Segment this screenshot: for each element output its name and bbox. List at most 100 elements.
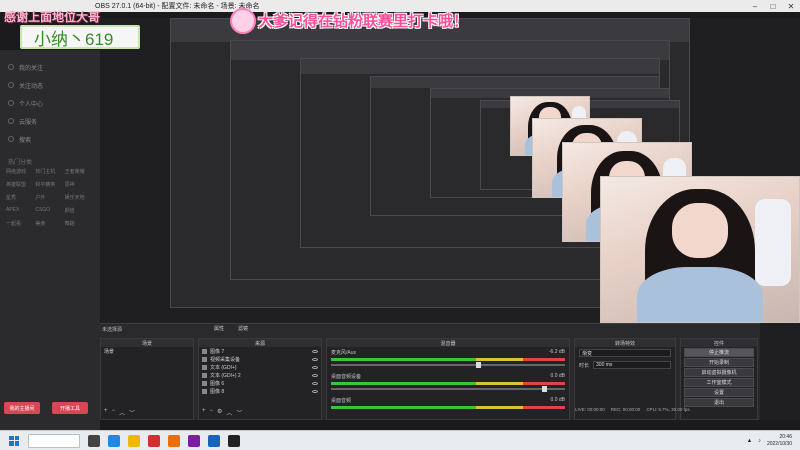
remove-icon[interactable]: − [112, 408, 116, 417]
category-item[interactable]: 户外 [35, 194, 64, 201]
properties-tab[interactable]: 属性 [214, 325, 224, 332]
sidebar-item-follow[interactable]: 我的关注 [0, 58, 100, 76]
volume-slider[interactable] [331, 362, 565, 368]
sidebar-item-search[interactable]: 搜索 [0, 130, 100, 148]
track-db: -6.2 dB [548, 349, 565, 355]
virtual-camera-button[interactable]: 启动虚拟摄像机 [684, 368, 754, 377]
volume-icon[interactable]: ♪ [758, 438, 761, 444]
network-icon[interactable]: ▲ [747, 438, 752, 444]
taskbar-search-box[interactable] [28, 433, 80, 448]
duration-input[interactable]: 300 ms [593, 361, 671, 369]
source-item[interactable]: 图像 6 [199, 379, 321, 387]
obs-preview[interactable] [100, 18, 800, 323]
steam-icon[interactable] [208, 434, 220, 447]
eye-icon[interactable] [312, 373, 318, 377]
category-item[interactable]: 娱乐天地 [65, 194, 94, 201]
filters-tab[interactable]: 滤镜 [238, 325, 248, 332]
controls-title: 控件 [681, 339, 757, 347]
sidebar-section-title: 热门分类 [8, 159, 33, 166]
source-item[interactable]: 文本 (GDI+) 2 [199, 371, 321, 379]
mixer-track: 麦克风/Aux -6.2 dB [327, 347, 569, 371]
user-icon [8, 100, 14, 106]
transition-select[interactable]: 渐变 [579, 349, 671, 357]
eye-icon[interactable] [312, 389, 318, 393]
category-item[interactable]: 舞蹈 [65, 220, 94, 227]
add-icon[interactable]: + [202, 408, 206, 417]
source-item[interactable]: 文本 (GDI+) [199, 363, 321, 371]
sources-toolbar: + − ⚙ ︿ ﹀ [202, 408, 242, 417]
minimize-button[interactable]: – [746, 0, 764, 12]
overlay-thanks-text: 感谢上面地位大哥 [4, 10, 101, 24]
app-icon[interactable] [148, 434, 160, 447]
mixer-panel: 混音器 麦克风/Aux -6.2 dB 桌面音频设备 0.0 dB 桌面音频 0.0 … [326, 338, 570, 420]
controls-panel: 控件 停止推流 开始录制 启动虚拟摄像机 工作室模式 设置 退出 [680, 338, 758, 420]
track-db: 0.0 dB [550, 397, 565, 403]
eye-icon[interactable] [312, 365, 318, 369]
start-recording-button[interactable]: 开始录制 [684, 358, 754, 367]
sidebar-item-cloud[interactable]: 云服务 [0, 112, 100, 130]
sidebar: 我的关注 关注动态 个人中心 云服务 搜索 热门分类 网络游戏 热门主机 王者荣… [0, 50, 100, 430]
camera-icon [202, 356, 207, 362]
search-icon [8, 136, 14, 142]
category-item[interactable]: 网络游戏 [6, 168, 35, 175]
source-item[interactable]: 图像 8 [199, 387, 321, 395]
move-up-icon[interactable]: ︿ [226, 408, 232, 417]
stop-streaming-button[interactable]: 停止推流 [684, 348, 754, 357]
category-item[interactable]: 原神 [65, 181, 94, 188]
image-icon [202, 380, 207, 386]
studio-mode-button[interactable]: 工作室模式 [684, 378, 754, 387]
maximize-button[interactable]: □ [764, 0, 782, 12]
slider-knob[interactable] [541, 386, 547, 392]
close-button[interactable]: ✕ [782, 0, 800, 12]
eye-icon[interactable] [312, 349, 318, 353]
exit-button[interactable]: 退出 [684, 398, 754, 407]
category-item[interactable]: APEX [6, 207, 35, 214]
stream-tool-button[interactable]: 开播工具 [52, 402, 88, 414]
my-room-button[interactable]: 我的主播间 [4, 402, 40, 414]
folder-icon[interactable] [128, 434, 140, 447]
source-item[interactable]: 视频采集设备 [199, 355, 321, 363]
clock[interactable]: 20:46 2022/10/30 [767, 434, 792, 448]
app-icon[interactable] [188, 434, 200, 447]
category-item[interactable]: 一起看 [6, 220, 35, 227]
star-badge-icon [230, 8, 256, 34]
clock-time: 20:46 [779, 434, 792, 440]
category-item[interactable]: CSGO [35, 207, 64, 214]
gear-icon[interactable]: ⚙ [217, 408, 222, 417]
sidebar-item-profile[interactable]: 个人中心 [0, 94, 100, 112]
streamer-name-box: 小纳丶619 [20, 25, 140, 49]
app-icon[interactable] [168, 434, 180, 447]
eye-icon[interactable] [312, 357, 318, 361]
category-item[interactable]: 王者荣耀 [65, 168, 94, 175]
move-down-icon[interactable]: ﹀ [236, 408, 242, 417]
add-icon[interactable]: + [104, 408, 108, 417]
volume-slider[interactable] [331, 386, 565, 392]
obs-statusbar: LIVE: 00:00:00 REC: 00:00:00 CPU: 5.7%, … [575, 407, 690, 412]
remove-icon[interactable]: − [210, 408, 214, 417]
category-item[interactable]: 美食 [35, 220, 64, 227]
settings-button[interactable]: 设置 [684, 388, 754, 397]
category-item[interactable]: 和平精英 [35, 181, 64, 188]
track-db: 0.0 dB [550, 373, 565, 379]
bell-icon [8, 82, 14, 88]
task-view-icon[interactable] [88, 434, 100, 447]
slider-knob[interactable] [476, 362, 482, 368]
category-grid: 网络游戏 热门主机 王者荣耀 英雄联盟 和平精英 原神 星秀 户外 娱乐天地 A… [0, 168, 100, 227]
webcam-feed [600, 176, 800, 323]
edge-icon[interactable] [108, 434, 120, 447]
eye-icon[interactable] [312, 381, 318, 385]
live-status: LIVE: 00:00:00 [575, 407, 605, 412]
category-item[interactable]: 颜值 [65, 207, 94, 214]
category-item[interactable]: 星秀 [6, 194, 35, 201]
source-item[interactable]: 图像 7 [199, 347, 321, 355]
move-up-icon[interactable]: ︿ [119, 408, 125, 417]
rec-status: REC: 00:00:00 [610, 407, 641, 412]
obs-icon[interactable] [228, 434, 240, 447]
right-strip [760, 323, 800, 420]
category-item[interactable]: 英雄联盟 [6, 181, 35, 188]
category-item[interactable]: 热门主机 [35, 168, 64, 175]
windows-start-icon[interactable] [6, 433, 22, 449]
move-down-icon[interactable]: ﹀ [129, 408, 135, 417]
sidebar-item-feed[interactable]: 关注动态 [0, 76, 100, 94]
scene-item[interactable]: 场景 [101, 347, 193, 355]
